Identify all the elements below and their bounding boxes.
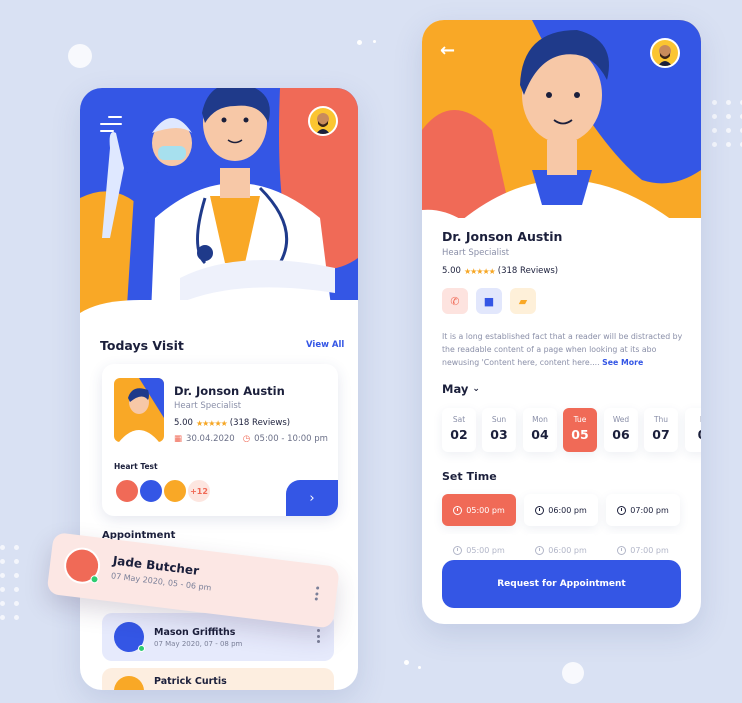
bg-dot [357,40,362,45]
phone-call-button[interactable]: ✆ [442,288,468,314]
user-avatar[interactable] [308,106,338,136]
menu-icon[interactable] [100,116,122,137]
online-indicator [90,574,99,584]
view-all-link[interactable]: View All [306,340,344,350]
time-slot-selected[interactable]: 05:00 pm [442,494,516,526]
day-picker: Sat02 Sun03 Mon04 Tue05 Wed06 Thu07 F0 [442,408,701,456]
patient-avatar [138,478,164,504]
day-item[interactable]: Thu 07 [644,408,678,452]
bg-dot [373,40,376,43]
calendar-icon: ▦ [174,434,183,444]
day-item-selected[interactable]: Tue 05 [563,408,597,452]
request-appointment-button[interactable]: Request for Appointment [442,560,681,608]
doctor-description: It is a long established fact that a rea… [442,330,690,369]
clock-icon [617,505,627,515]
star-icons: ★★★★★ [463,266,496,276]
visit-date: 30.04.2020 [186,434,235,444]
bg-dot [404,660,409,665]
patient-avatar [114,622,145,652]
time-slot[interactable]: 07:00 pm [606,494,680,526]
set-time-title: Set Time [442,470,497,483]
doctor-name: Dr. Jonson Austin [174,384,285,398]
day-item[interactable]: Mon 04 [523,408,557,452]
bg-circle [562,662,584,684]
see-more-link[interactable]: See More [602,358,643,367]
visit-card[interactable]: Dr. Jonson Austin Heart Specialist 5.00 … [102,364,338,516]
patient-name: Patrick Curtis [154,676,227,687]
request-button-label: Request for Appointment [497,579,626,589]
month-label: May [442,382,469,396]
description-text: It is a long established fact that a rea… [442,332,683,367]
clock-icon [453,505,463,515]
review-count: (318 Reviews) [229,418,291,428]
next-button[interactable]: › [286,480,338,516]
review-count: (318 Reviews) [497,266,559,276]
appointment-date: 07 May 2020, 07 - 08 pm [154,639,243,648]
more-options-icon[interactable] [317,629,320,643]
arrow-left-icon[interactable]: ← [440,40,455,61]
bg-circle [68,44,92,68]
user-avatar[interactable] [650,38,680,68]
rating-value: 5.00 [442,266,461,276]
online-indicator [138,645,145,652]
chat-button[interactable]: ▰ [510,288,536,314]
chevron-right-icon: › [309,490,315,506]
month-selector[interactable]: May ⌄ [442,382,480,396]
clock-icon [535,505,545,515]
doctor-specialty: Heart Specialist [174,401,242,411]
doctor-thumbnail [114,378,164,442]
section-title: Todays Visit [100,338,184,353]
star-icons: ★★★★★ [195,418,228,428]
day-item[interactable]: Sun 03 [482,408,516,452]
bg-dot-grid [0,545,19,620]
clock-icon [535,545,545,555]
test-label: Heart Test [114,462,158,471]
patient-avatar [162,478,188,504]
doctor-name: Dr. Jonson Austin [442,229,563,244]
more-options-icon[interactable] [314,586,320,601]
more-patients-count: +12 [186,478,212,504]
patient-name: Mason Griffiths [154,626,236,638]
patient-avatar [62,545,103,586]
patient-avatar [114,676,144,690]
day-item[interactable]: Sat 02 [442,408,476,452]
clock-icon: ◷ [242,434,251,444]
rating-value: 5.00 [174,418,193,428]
clock-icon [453,545,463,555]
day-item[interactable]: F0 [685,408,701,452]
schedule-row: ▦ 30.04.2020 ◷ 05:00 - 10:00 pm [174,434,328,444]
chevron-down-icon: ⌄ [472,384,480,394]
visit-time: 05:00 - 10:00 pm [254,434,328,444]
day-item[interactable]: Wed 06 [604,408,638,452]
clock-icon [617,545,627,555]
time-slot[interactable]: 06:00 pm [524,494,598,526]
bg-dot-grid [712,100,742,147]
doctor-specialty: Heart Specialist [442,248,510,258]
appointment-item[interactable]: Patrick Curtis [102,668,334,690]
bg-dot [418,666,421,669]
video-call-button[interactable]: ■ [476,288,502,314]
patient-avatar [114,478,140,504]
rating-row: 5.00 ★★★★★ (318 Reviews) [174,418,290,428]
doctor-detail-screen: ← Dr. Jonson Austin Heart Specialist 5.0… [422,20,701,624]
rating-row: 5.00 ★★★★★ (318 Reviews) [442,266,558,276]
